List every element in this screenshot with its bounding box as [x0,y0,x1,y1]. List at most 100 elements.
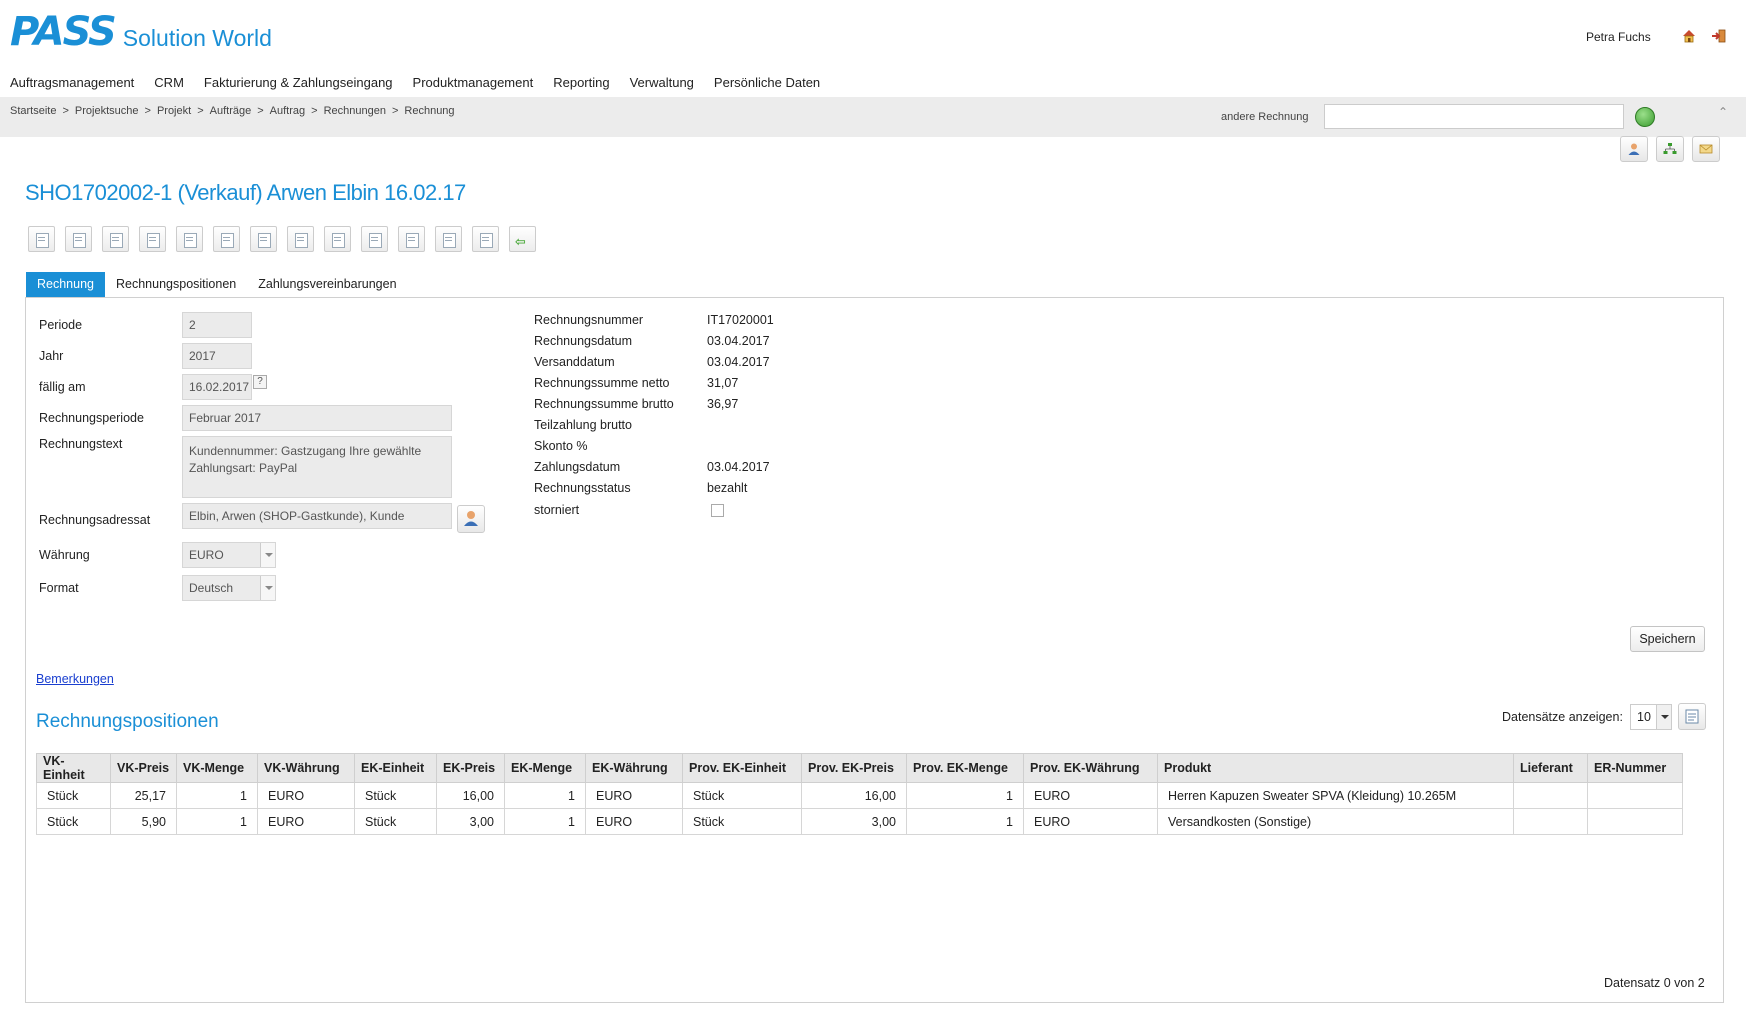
column-header[interactable]: ER-Nummer [1587,753,1683,783]
summary-value: IT17020001 [707,313,774,327]
export-icon[interactable] [1678,703,1706,730]
document-report-icon[interactable] [361,226,388,252]
column-header[interactable]: Prov. EK-Preis [801,753,907,783]
summary-label: Rechnungsstatus [534,481,631,495]
save-button[interactable]: Speichern [1630,626,1705,652]
summary-label: Rechnungsdatum [534,334,632,348]
user-name[interactable]: Petra Fuchs [1586,30,1651,44]
document-forward-icon[interactable] [472,226,499,252]
select-contact-button[interactable] [457,505,485,533]
menu-item-produktmanagement[interactable]: Produktmanagement [413,75,534,90]
column-header[interactable]: VK-Einheit [36,753,111,783]
summary-label: Rechnungssumme brutto [534,397,674,411]
breadcrumb: Startseite > Projektsuche > Projekt > Aufträge… [10,105,455,117]
breadcrumb-item[interactable]: Startseite [10,105,56,117]
breadcrumb-separator: > [257,105,264,117]
column-header[interactable]: EK-Einheit [354,753,437,783]
document-settings-icon[interactable] [398,226,425,252]
faellig-field[interactable]: 16.02.2017 [182,374,252,400]
table-row[interactable]: Stück 5,90 1 EURO Stück 3,00 1 EURO Stüc… [36,808,1683,835]
menu-item-crm[interactable]: CRM [154,75,184,90]
table-cell: 16,00 [801,782,907,809]
new-invoice-icon[interactable] [28,226,55,252]
menu-item-auftragsmanagement[interactable]: Auftragsmanagement [10,75,134,90]
faellig-label: fällig am [39,380,86,394]
tab-zahlungsvereinbarungen[interactable]: Zahlungsvereinbarungen [247,272,407,297]
mail-icon[interactable] [1692,136,1720,162]
table-cell: 1 [176,808,258,835]
column-header[interactable]: EK-Währung [585,753,683,783]
menu-item-reporting[interactable]: Reporting [553,75,609,90]
page-size-select[interactable]: 10 [1630,704,1672,730]
rechnungsadressat-field[interactable]: Elbin, Arwen (SHOP-Gastkunde), Kunde [182,503,452,529]
table-cell: 1 [906,808,1024,835]
document-list-icon[interactable] [324,226,351,252]
rechnungsperiode-field[interactable]: Februar 2017 [182,405,452,431]
jahr-field[interactable]: 2017 [182,343,252,369]
storniert-checkbox[interactable] [711,504,724,517]
collapse-icon[interactable]: ⌃ [1718,105,1728,119]
breadcrumb-item[interactable]: Rechnungen [324,105,386,117]
column-header[interactable]: Produkt [1157,753,1514,783]
jahr-label: Jahr [39,349,64,363]
table-cell: 1 [176,782,258,809]
logo[interactable]: PASS Solution World [10,12,272,52]
back-arrow-icon[interactable]: ⇦ [509,226,536,252]
rechnungsperiode-label: Rechnungsperiode [39,411,144,425]
table-row[interactable]: Stück 25,17 1 EURO Stück 16,00 1 EURO St… [36,782,1683,809]
summary-value: bezahlt [707,481,748,495]
breadcrumb-separator: > [311,105,318,117]
breadcrumb-item[interactable]: Projektsuche [75,105,139,117]
column-header[interactable]: VK-Menge [176,753,258,783]
breadcrumb-item[interactable]: Aufträge [210,105,252,117]
column-header[interactable]: Lieferant [1513,753,1588,783]
table-cell: 3,00 [436,808,505,835]
document-add-icon[interactable] [213,226,240,252]
other-invoice-input[interactable] [1324,104,1624,129]
breadcrumb-item[interactable]: Auftrag [270,105,305,117]
waehrung-select[interactable]: EURO [182,542,276,568]
column-header[interactable]: EK-Preis [436,753,505,783]
tab-rechnung[interactable]: Rechnung [26,272,105,297]
table-cell: EURO [1023,782,1158,809]
summary-value: 36,97 [707,397,739,411]
breadcrumb-separator: > [62,105,69,117]
summary-label: Rechnungsnummer [534,313,644,327]
document-view-icon[interactable] [250,226,277,252]
tab-rechnungspositionen[interactable]: Rechnungspositionen [105,272,247,297]
remarks-link[interactable]: Bemerkungen [36,672,114,686]
table-cell: Stück [682,808,802,835]
document-edit-icon[interactable] [176,226,203,252]
logout-icon[interactable] [1711,28,1727,44]
column-header[interactable]: VK-Preis [110,753,177,783]
column-header[interactable]: EK-Menge [504,753,586,783]
periode-field[interactable]: 2 [182,312,252,338]
summary-label: Versanddatum [534,355,615,369]
help-icon[interactable]: ? [253,375,267,389]
column-header[interactable]: VK-Währung [257,753,355,783]
rechnungstext-field[interactable]: Kundennummer: Gastzugang Ihre gewählte Z… [182,436,452,498]
summary-value: 03.04.2017 [707,355,770,369]
positions-title: Rechnungspositionen [36,711,219,732]
document-config-icon[interactable] [435,226,462,252]
user-icon[interactable] [1620,136,1648,162]
waehrung-value: EURO [189,548,224,562]
document-export-icon[interactable] [287,226,314,252]
column-header[interactable]: Prov. EK-Währung [1023,753,1158,783]
app-name: Solution World [122,25,272,51]
print-preview-icon[interactable] [139,226,166,252]
document-icon[interactable] [102,226,129,252]
menu-item-verwaltung[interactable]: Verwaltung [630,75,694,90]
breadcrumb-item[interactable]: Projekt [157,105,191,117]
summary-label: Rechnungssumme netto [534,376,670,390]
storniert-label: storniert [534,503,580,517]
menu-item-persoenliche-daten[interactable]: Persönliche Daten [714,75,820,90]
menu-item-fakturierung[interactable]: Fakturierung & Zahlungseingang [204,75,393,90]
globe-go-icon[interactable] [1635,107,1655,127]
hierarchy-icon[interactable] [1656,136,1684,162]
column-header[interactable]: Prov. EK-Einheit [682,753,802,783]
home-icon[interactable] [1681,28,1697,44]
format-select[interactable]: Deutsch [182,575,276,601]
column-header[interactable]: Prov. EK-Menge [906,753,1024,783]
copy-invoice-icon[interactable] [65,226,92,252]
